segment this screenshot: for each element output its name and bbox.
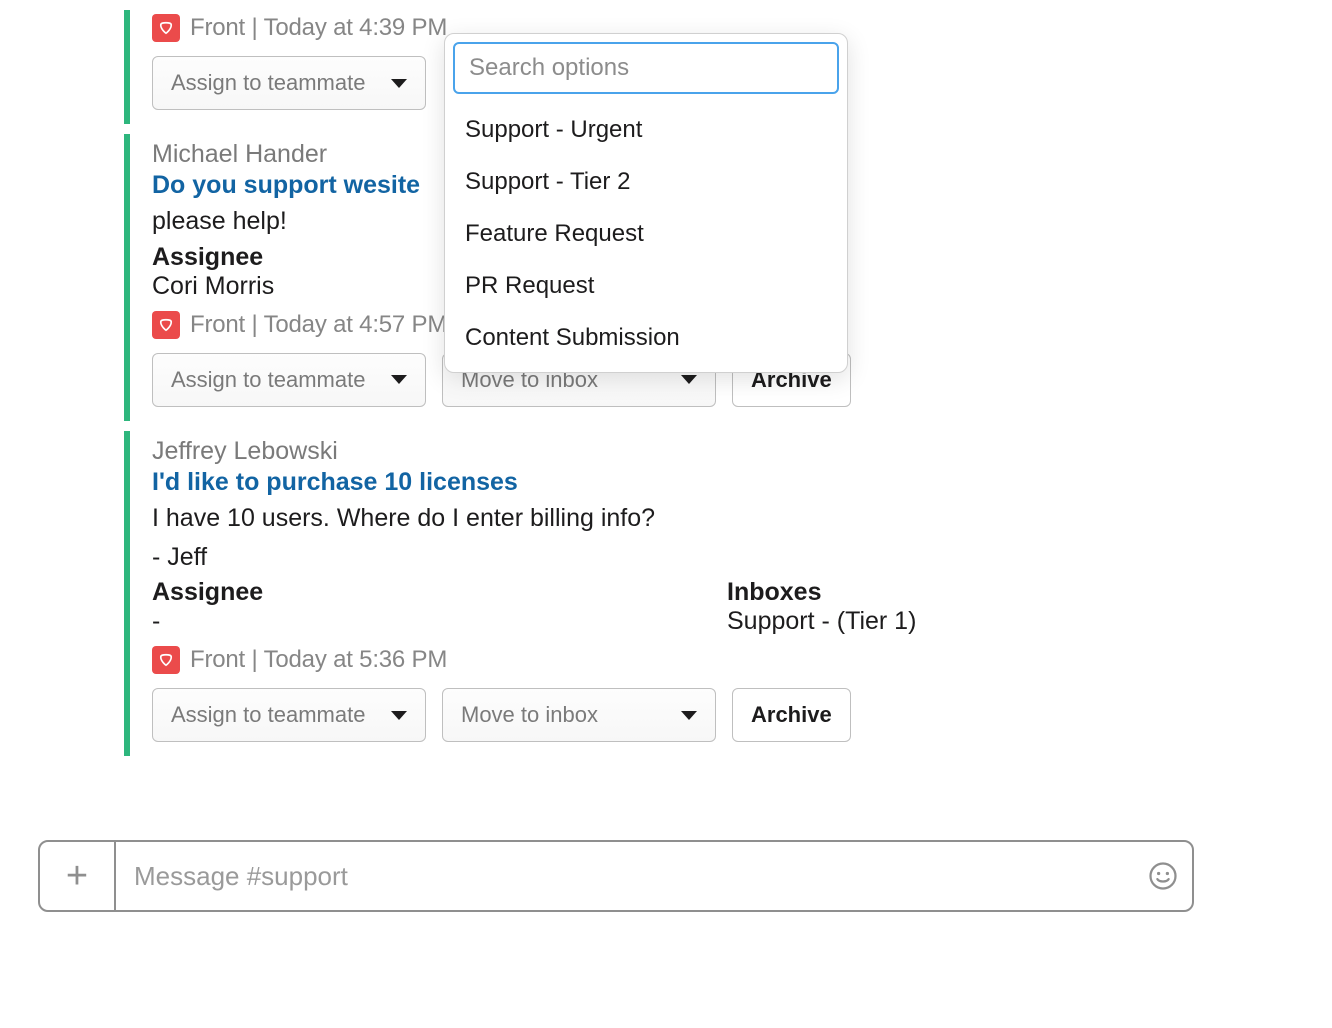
smiley-icon xyxy=(1148,861,1178,891)
dropdown-option[interactable]: Feature Request xyxy=(457,208,839,260)
message-composer: + xyxy=(38,840,1194,912)
assign-label: Assign to teammate xyxy=(171,702,365,728)
move-to-inbox-select[interactable]: Move to inbox xyxy=(442,688,716,742)
front-app-icon xyxy=(152,646,180,674)
message-subject-link[interactable]: I'd like to purchase 10 licenses xyxy=(152,468,518,497)
chevron-down-icon xyxy=(391,79,407,88)
timestamp: Today at 5:36 PM xyxy=(264,646,448,673)
message-body-line2: - Jeff xyxy=(152,538,1292,577)
assign-to-teammate-select[interactable]: Assign to teammate xyxy=(152,353,426,407)
separator: | xyxy=(245,646,264,673)
chevron-down-icon xyxy=(681,375,697,384)
message-meta-text: Front | Today at 4:57 PM xyxy=(190,307,447,343)
message-meta-text: Front | Today at 4:39 PM xyxy=(190,10,447,46)
plus-icon: + xyxy=(66,855,88,898)
app-name: Front xyxy=(190,14,245,41)
message-body-line1: I have 10 users. Where do I enter billin… xyxy=(152,499,1292,538)
dropdown-search-input[interactable] xyxy=(453,42,839,94)
timestamp: Today at 4:39 PM xyxy=(264,14,448,41)
move-label: Move to inbox xyxy=(461,702,598,728)
archive-label: Archive xyxy=(751,702,832,728)
message-author: Jeffrey Lebowski xyxy=(152,437,1292,466)
assign-label: Assign to teammate xyxy=(171,367,365,393)
dropdown-option[interactable]: PR Request xyxy=(457,260,839,312)
message-meta: Front | Today at 5:36 PM xyxy=(152,642,1292,678)
separator: | xyxy=(245,311,264,338)
chevron-down-icon xyxy=(391,375,407,384)
front-app-icon xyxy=(152,14,180,42)
archive-button[interactable]: Archive xyxy=(732,688,851,742)
assign-to-teammate-select[interactable]: Assign to teammate xyxy=(152,56,426,110)
assignee-value: - xyxy=(152,607,667,636)
front-app-icon xyxy=(152,311,180,339)
dropdown-option[interactable]: Support - Tier 2 xyxy=(457,156,839,208)
assign-label: Assign to teammate xyxy=(171,70,365,96)
inboxes-label: Inboxes xyxy=(727,578,916,607)
dropdown-option-list[interactable]: Support - Urgent Support - Tier 2 Featur… xyxy=(451,102,841,366)
dropdown-option[interactable]: Support - Urgent xyxy=(457,104,839,156)
message-meta-text: Front | Today at 5:36 PM xyxy=(190,642,447,678)
app-name: Front xyxy=(190,311,245,338)
message-subject-link[interactable]: Do you support wesite xyxy=(152,171,420,200)
message-card: Jeffrey Lebowski I'd like to purchase 10… xyxy=(124,431,1292,757)
chevron-down-icon xyxy=(681,711,697,720)
message-fields: Assignee - Inboxes Support - (Tier 1) xyxy=(152,576,1292,636)
assignee-label: Assignee xyxy=(152,578,667,607)
attach-button[interactable]: + xyxy=(40,842,116,910)
move-to-inbox-dropdown: Support - Urgent Support - Tier 2 Featur… xyxy=(444,33,848,373)
timestamp: Today at 4:57 PM xyxy=(264,311,448,338)
separator: | xyxy=(245,14,264,41)
dropdown-option[interactable]: Content Submission xyxy=(457,312,839,364)
app-name: Front xyxy=(190,646,245,673)
chevron-down-icon xyxy=(391,711,407,720)
message-actions: Assign to teammate Move to inbox Archive xyxy=(152,688,1292,742)
inboxes-value: Support - (Tier 1) xyxy=(727,607,916,636)
emoji-button[interactable] xyxy=(1134,842,1192,910)
assign-to-teammate-select[interactable]: Assign to teammate xyxy=(152,688,426,742)
message-input[interactable] xyxy=(134,861,1116,892)
